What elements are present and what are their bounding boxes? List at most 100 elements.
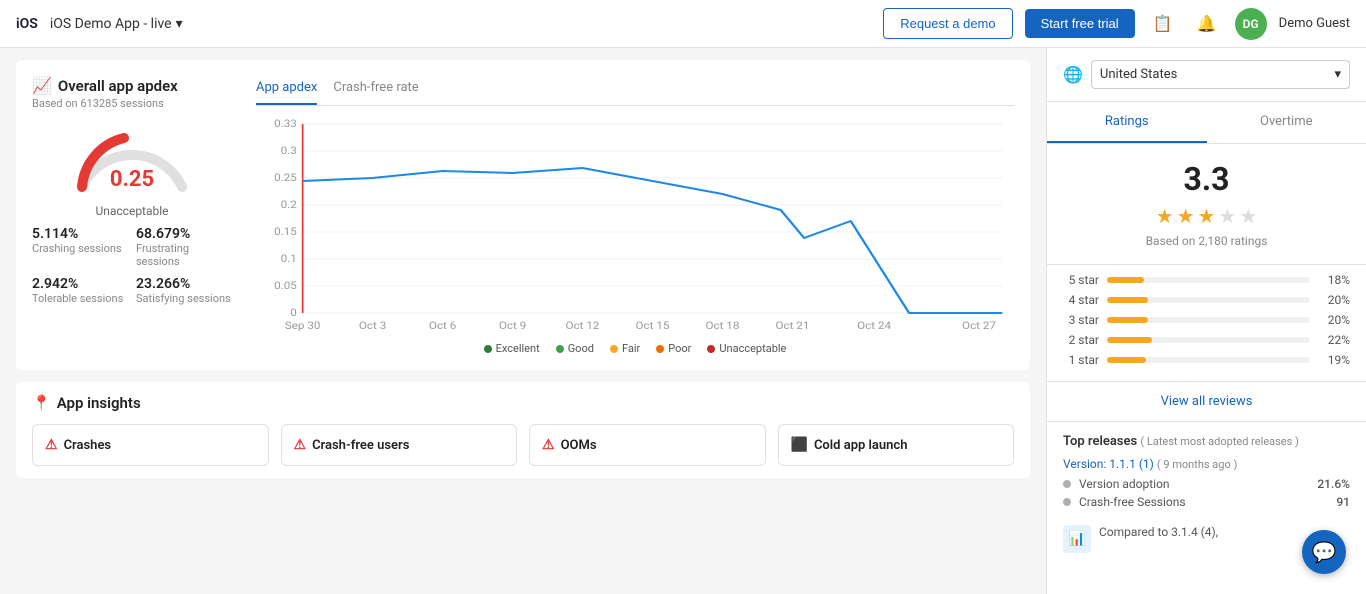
star-3-pct: 20%: [1318, 313, 1350, 327]
compared-text: Compared to 3.1.4 (4),: [1099, 525, 1218, 539]
crash-free-sessions-value: 91: [1336, 495, 1350, 509]
start-trial-button[interactable]: Start free trial: [1025, 9, 1135, 38]
release-version: Version: 1.1.1 (1) ( 9 months ago ): [1063, 457, 1350, 471]
stat-satisfying-value: 23.266%: [136, 276, 232, 292]
svg-text:0: 0: [290, 307, 297, 319]
star-5-pct: 18%: [1318, 273, 1350, 287]
chat-button[interactable]: 💬: [1302, 530, 1346, 574]
svg-text:0.05: 0.05: [274, 280, 297, 292]
pin-icon: 📍: [32, 394, 51, 412]
star-3-bar-bg: [1107, 317, 1310, 323]
sidebar-tabs: Ratings Overtime: [1047, 102, 1366, 144]
crashes-label: Crashes: [64, 438, 112, 453]
star-row-4: 4 star 20%: [1063, 293, 1350, 307]
apdex-section: 📈 Overall app apdex Based on 613285 sess…: [16, 60, 1030, 370]
apdex-title-text: Overall app apdex: [58, 77, 178, 95]
star-1-bar-fill: [1107, 357, 1146, 363]
tab-app-apdex[interactable]: App apdex: [256, 76, 317, 105]
star-2: ★: [1177, 204, 1195, 228]
rating-value: 3.3: [1063, 160, 1350, 198]
insights-title: 📍 App insights: [32, 394, 1014, 412]
bell-icon[interactable]: 🔔: [1191, 8, 1223, 40]
top-releases-section: Top releases ( Latest most adopted relea…: [1047, 422, 1366, 525]
star-2-pct: 22%: [1318, 333, 1350, 347]
content-area: 📈 Overall app apdex Based on 613285 sess…: [0, 48, 1046, 594]
star-2-bar-fill: [1107, 337, 1152, 343]
avatar[interactable]: DG: [1235, 8, 1267, 40]
star-5: ★: [1239, 204, 1257, 228]
star-1-pct: 19%: [1318, 353, 1350, 367]
chart-legend: Excellent Good Fair Poor: [256, 342, 1014, 355]
fair-dot: [610, 345, 618, 353]
legend-unacceptable-label: Unacceptable: [719, 342, 786, 355]
country-selector-row: 🌐 United States ▾: [1047, 48, 1366, 102]
version-age: ( 9 months ago ): [1157, 458, 1237, 471]
tab-overtime[interactable]: Overtime: [1207, 102, 1366, 143]
star-5-label: 5 star: [1063, 273, 1099, 287]
star-1: ★: [1156, 204, 1174, 228]
star-4-label: 4 star: [1063, 293, 1099, 307]
chevron-down-icon: ▾: [176, 16, 183, 32]
user-name: Demo Guest: [1279, 16, 1350, 31]
svg-text:Oct 21: Oct 21: [775, 320, 809, 332]
chart-tabs: App apdex Crash-free rate: [256, 76, 1014, 106]
stat-frustrating: 68.679% Frustrating sessions: [136, 226, 232, 268]
notes-icon[interactable]: 📋: [1147, 8, 1179, 40]
version-text: Version: 1.1.1 (1): [1063, 457, 1154, 471]
unacceptable-dot: [707, 345, 715, 353]
star-5-bar-fill: [1107, 277, 1144, 283]
insight-card-crashes[interactable]: ⚠ Crashes: [32, 424, 269, 466]
svg-text:Oct 18: Oct 18: [705, 320, 739, 332]
legend-good: Good: [556, 342, 594, 355]
insight-card-cold-app-launch[interactable]: ⬛ Cold app launch: [778, 424, 1015, 466]
adoption-dot: [1063, 480, 1071, 488]
svg-text:0.3: 0.3: [281, 145, 297, 157]
alert-icon-ooms: ⚠: [542, 437, 555, 453]
legend-unacceptable: Unacceptable: [707, 342, 786, 355]
insights-section: 📍 App insights ⚠ Crashes ⚠ Crash-free us…: [16, 382, 1030, 478]
alert-icon-crash-free: ⚠: [294, 437, 307, 453]
cold-launch-card-title: ⬛ Cold app launch: [791, 437, 1002, 453]
tab-crash-free-rate[interactable]: Crash-free rate: [333, 76, 418, 105]
adoption-value: 21.6%: [1317, 477, 1350, 491]
crash-free-card-title: ⚠ Crash-free users: [294, 437, 505, 453]
star-3-bar-fill: [1107, 317, 1148, 323]
cold-launch-label: Cold app launch: [814, 438, 908, 453]
ooms-card-title: ⚠ OOMs: [542, 437, 753, 453]
view-all-reviews-link[interactable]: View all reviews: [1047, 382, 1366, 422]
rating-section: 3.3 ★ ★ ★ ★ ★ Based on 2,180 ratings: [1047, 144, 1366, 265]
star-2-bar-bg: [1107, 337, 1310, 343]
insight-card-crash-free-users[interactable]: ⚠ Crash-free users: [281, 424, 518, 466]
apdex-chart-svg: 0.33 0.3 0.25 0.2 0.15 0.1 0.05 0: [256, 114, 1014, 334]
request-demo-button[interactable]: Request a demo: [883, 8, 1012, 39]
stat-satisfying: 23.266% Satisfying sessions: [136, 276, 232, 305]
apdex-title: 📈 Overall app apdex: [32, 76, 232, 95]
star-4-pct: 20%: [1318, 293, 1350, 307]
tab-ratings[interactable]: Ratings: [1047, 102, 1207, 143]
star-1-bar-bg: [1107, 357, 1310, 363]
stats-grid: 5.114% Crashing sessions 68.679% Frustra…: [32, 226, 232, 305]
svg-text:Oct 15: Oct 15: [636, 320, 670, 332]
good-dot: [556, 345, 564, 353]
insight-card-ooms[interactable]: ⚠ OOMs: [529, 424, 766, 466]
svg-text:0.2: 0.2: [281, 199, 297, 211]
chevron-down-icon: ▾: [1334, 67, 1341, 82]
svg-text:Oct 3: Oct 3: [359, 320, 386, 332]
release-row-adoption: Version adoption 21.6%: [1063, 477, 1350, 491]
country-select[interactable]: United States ▾: [1091, 60, 1350, 89]
apdex-left-panel: 📈 Overall app apdex Based on 613285 sess…: [32, 76, 232, 354]
star-4-bar-bg: [1107, 297, 1310, 303]
stat-tolerable-value: 2.942%: [32, 276, 128, 292]
star-row-2: 2 star 22%: [1063, 333, 1350, 347]
stat-tolerable-label: Tolerable sessions: [32, 292, 128, 305]
star-row-1: 1 star 19%: [1063, 353, 1350, 367]
app-selector[interactable]: iOS Demo App - live ▾: [50, 16, 183, 32]
star-row-5: 5 star 18%: [1063, 273, 1350, 287]
svg-text:Oct 24: Oct 24: [857, 320, 891, 332]
stat-crashing-value: 5.114%: [32, 226, 128, 242]
stat-frustrating-label: Frustrating sessions: [136, 242, 232, 268]
star-4-bar-fill: [1107, 297, 1148, 303]
main-layout: 📈 Overall app apdex Based on 613285 sess…: [0, 48, 1366, 594]
legend-excellent: Excellent: [484, 342, 540, 355]
poor-dot: [656, 345, 664, 353]
